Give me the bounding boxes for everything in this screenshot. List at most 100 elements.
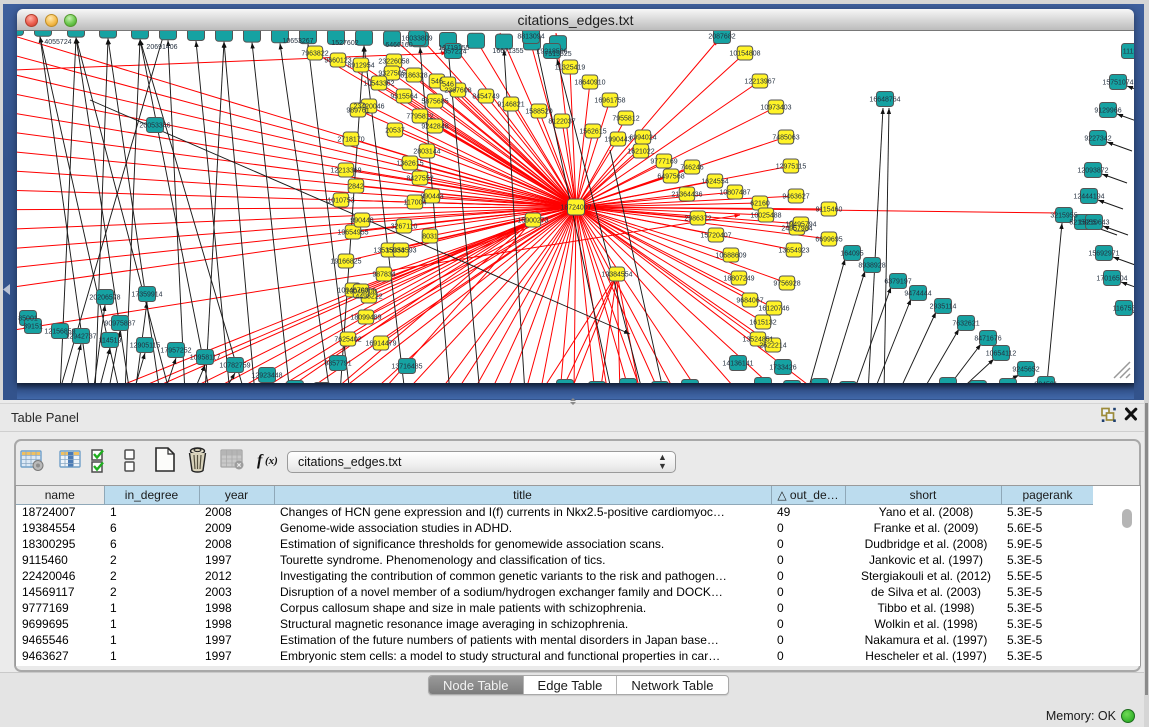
svg-text:1562615: 1562615	[579, 129, 606, 136]
svg-text:9463627: 9463627	[782, 194, 809, 201]
svg-text:18724007: 18724007	[560, 205, 591, 212]
svg-text:12213967: 12213967	[744, 79, 775, 86]
svg-text:18807249: 18807249	[723, 276, 754, 283]
svg-text:8938928: 8938928	[858, 263, 885, 270]
svg-text:8122037: 8122037	[548, 119, 575, 126]
svg-text:9684067: 9684067	[736, 298, 763, 305]
svg-text:15692971: 15692971	[1088, 251, 1119, 258]
svg-text:1990443: 1990443	[604, 137, 631, 144]
svg-text:16671355: 16671355	[492, 48, 523, 55]
svg-text:9115460: 9115460	[816, 207, 843, 214]
svg-text:12905115: 12905115	[130, 343, 161, 350]
svg-text:9129966: 9129966	[1094, 108, 1121, 115]
svg-text:90975887: 90975887	[104, 321, 135, 328]
svg-text:7795812: 7795812	[406, 114, 433, 121]
svg-text:987834: 987834	[372, 272, 395, 279]
svg-text:9146821: 9146821	[497, 102, 524, 109]
svg-text:39151: 39151	[23, 324, 43, 331]
svg-text:7632621: 7632621	[952, 321, 979, 328]
svg-text:62160: 62160	[750, 201, 770, 208]
svg-text:10654112: 10654112	[986, 351, 1017, 358]
svg-text:7485063: 7485063	[772, 135, 799, 142]
svg-text:19384554: 19384554	[601, 272, 632, 279]
svg-text:20053346: 20053346	[139, 123, 170, 130]
svg-text:1621022: 1621022	[627, 149, 654, 156]
svg-text:10958117: 10958117	[190, 355, 221, 362]
svg-text:9756928: 9756928	[773, 281, 800, 288]
svg-text:9245652: 9245652	[1012, 367, 1039, 374]
svg-text:9315564: 9315564	[390, 94, 417, 101]
svg-text:746246: 746246	[680, 165, 703, 172]
svg-text:7963822: 7963822	[301, 51, 328, 58]
svg-text:2522214: 2522214	[759, 343, 786, 350]
svg-text:18099489: 18099489	[350, 315, 381, 322]
svg-text:990448: 990448	[350, 218, 373, 225]
svg-text:23226058: 23226058	[378, 59, 409, 66]
svg-text:10807487: 10807487	[719, 190, 750, 197]
svg-text:7625402: 7625402	[334, 337, 361, 344]
svg-text:12444194: 12444194	[1073, 194, 1104, 201]
svg-text:85001: 85001	[18, 316, 38, 323]
svg-text:7515525: 7515525	[544, 51, 571, 58]
svg-text:20691406: 20691406	[146, 44, 177, 51]
svg-text:12923448: 12923448	[251, 373, 282, 380]
svg-text:8186328: 8186328	[400, 73, 427, 80]
svg-text:21364436: 21364436	[671, 192, 702, 199]
svg-text:19166825: 19166825	[330, 259, 361, 266]
svg-text:8454749: 8454749	[472, 94, 499, 101]
svg-text:1112: 1112	[1123, 49, 1134, 56]
svg-text:924501: 924501	[1034, 382, 1057, 384]
svg-text:164095: 164095	[840, 251, 863, 258]
svg-text:17957252: 17957252	[160, 348, 191, 355]
svg-text:2087682: 2087682	[708, 34, 735, 41]
svg-text:14136141: 14136141	[722, 361, 753, 368]
svg-text:990443: 990443	[420, 194, 443, 201]
svg-text:10154808: 10154808	[729, 51, 760, 58]
svg-text:16648764: 16648764	[869, 97, 900, 104]
svg-text:18640910: 18640910	[574, 80, 605, 87]
svg-text:10719155: 10719155	[438, 45, 469, 52]
svg-text:8471676: 8471676	[974, 336, 1001, 343]
svg-text:15720407: 15720407	[700, 233, 731, 240]
svg-text:5875685: 5875685	[421, 99, 448, 106]
svg-text:114519: 114519	[99, 338, 122, 345]
svg-text:9474444: 9474444	[904, 291, 931, 298]
svg-text:546: 546	[442, 82, 454, 89]
svg-text:16210643: 16210643	[1078, 220, 1109, 227]
svg-text:12213369: 12213369	[330, 168, 361, 175]
svg-text:10025488: 10025488	[750, 213, 781, 220]
svg-text:117004: 117004	[404, 200, 427, 207]
svg-text:1527602: 1527602	[331, 40, 358, 47]
svg-text:2367608: 2367608	[444, 88, 471, 95]
svg-text:6466160: 6466160	[385, 42, 412, 49]
svg-text:9242848: 9242848	[421, 124, 448, 131]
svg-text:10782759: 10782759	[219, 363, 250, 370]
svg-text:15900273: 15900273	[517, 218, 548, 225]
svg-text:2842: 2842	[348, 184, 364, 191]
svg-text:13654923: 13654923	[778, 248, 809, 255]
svg-text:16961758: 16961758	[594, 98, 625, 105]
svg-text:20206578: 20206578	[89, 295, 120, 302]
svg-text:989761: 989761	[346, 108, 369, 115]
svg-text:17016504: 17016504	[1096, 276, 1127, 283]
svg-text:1010753: 1010753	[327, 198, 354, 205]
svg-text:1733426: 1733426	[769, 365, 796, 372]
svg-text:10653267: 10653267	[282, 38, 313, 45]
svg-text:6994024: 6994024	[629, 135, 656, 142]
svg-text:6497568: 6497568	[657, 174, 684, 181]
svg-text:11325419: 11325419	[555, 65, 586, 72]
svg-text:8427552: 8427552	[406, 176, 433, 183]
svg-text:12975115: 12975115	[776, 164, 807, 171]
svg-text:7955812: 7955812	[612, 116, 639, 123]
svg-text:2803144: 2803144	[413, 149, 440, 156]
svg-text:116753: 116753	[1113, 306, 1134, 313]
svg-text:12093872: 12093872	[1077, 168, 1108, 175]
svg-text:10973403: 10973403	[760, 105, 791, 112]
svg-text:10046708: 10046708	[345, 289, 376, 296]
svg-text:12942737: 12942737	[65, 334, 96, 341]
svg-text:15353593: 15353593	[385, 248, 416, 255]
svg-text:1362615: 1362615	[396, 161, 423, 168]
svg-text:9857791: 9857791	[324, 361, 351, 368]
svg-text:15751074: 15751074	[1102, 80, 1133, 87]
svg-text:3267110: 3267110	[391, 224, 418, 231]
